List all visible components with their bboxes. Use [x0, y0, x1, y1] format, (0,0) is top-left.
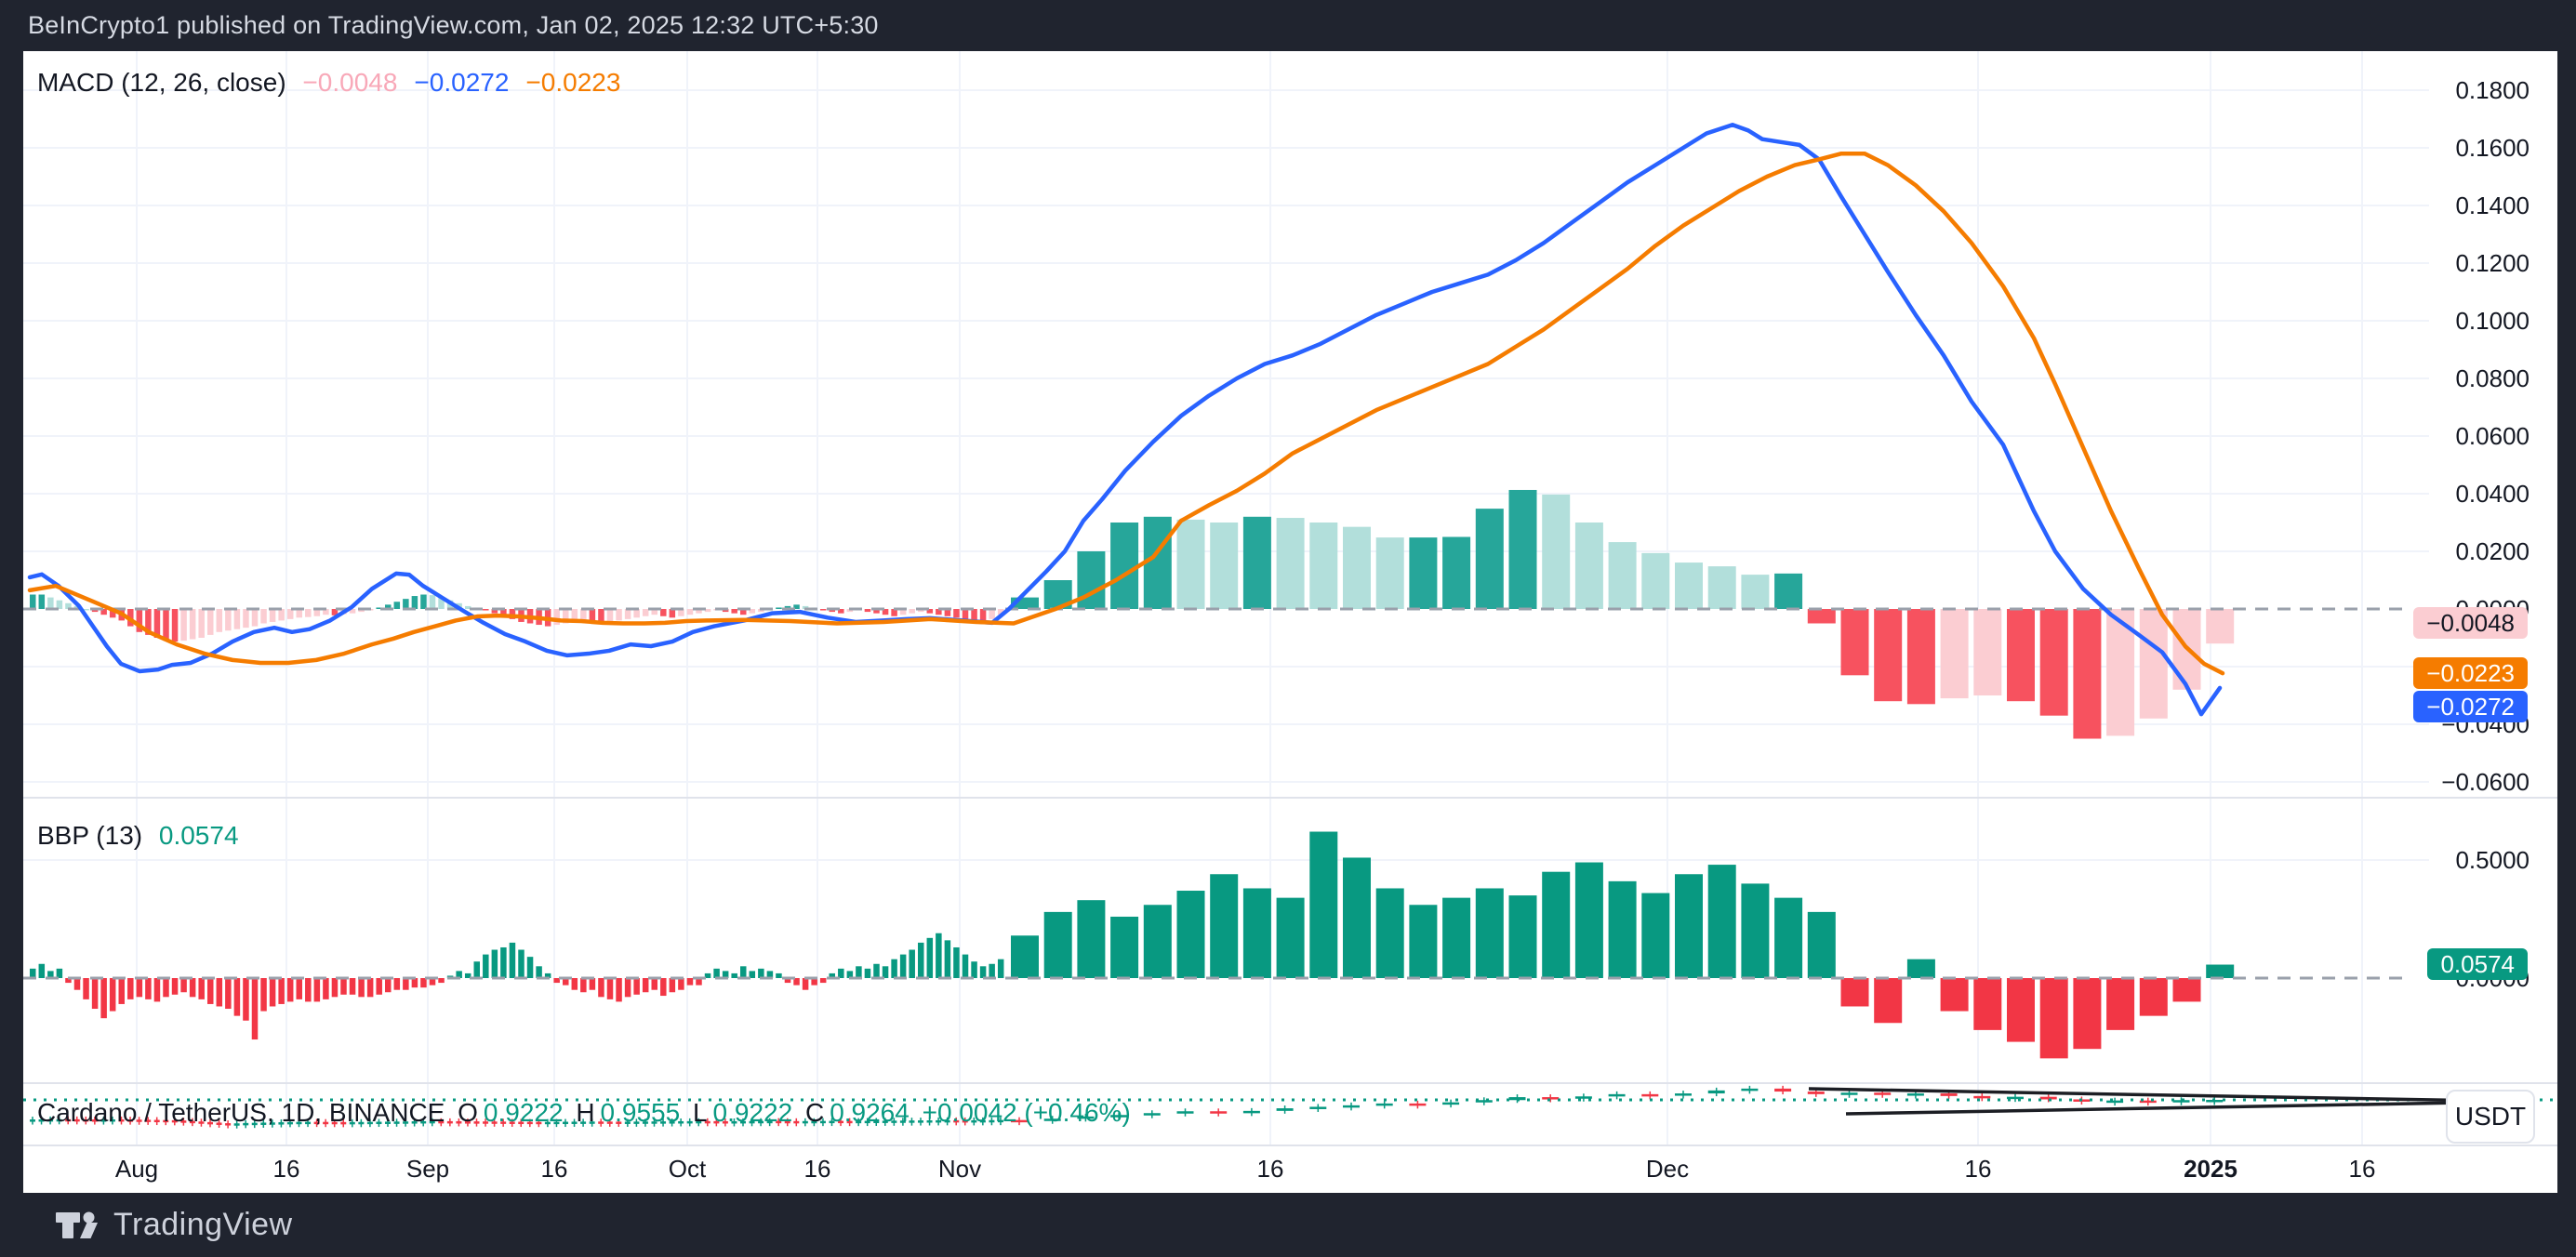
attribution-text: BeInCrypto1 published on TradingView.com…: [0, 11, 879, 40]
macd-histogram-badge: −0.0048: [2413, 607, 2528, 639]
symbol-legend-part: 0.9222: [713, 1098, 793, 1127]
symbol-legend-part: +0.0042 (+0.46%): [915, 1098, 1131, 1127]
scale-label: 0.0200: [2455, 537, 2530, 565]
bbp-legend: BBP (13) 0.0574: [37, 821, 272, 851]
symbol-legend-part: 0.9222: [484, 1098, 564, 1127]
macd-legend-value: −0.0223: [525, 68, 620, 97]
time-axis-tick[interactable]: Nov: [938, 1155, 981, 1184]
scale-label: 0.1600: [2455, 134, 2530, 162]
macd-legend: MACD (12, 26, close) −0.0048 −0.0272 −0.02…: [37, 68, 654, 98]
symbol-legend: Cardano / TetherUS, 1D, BINANCE O0.9222 …: [37, 1098, 1153, 1128]
tradingview-logo: TradingView: [56, 1206, 293, 1245]
symbol-legend-segments: Cardano / TetherUS, 1D, BINANCE O0.9222 …: [37, 1098, 1136, 1127]
bottom-brand-bar: TradingView: [0, 1193, 2576, 1257]
scale-label: 0.1200: [2455, 249, 2530, 277]
time-axis-tick[interactable]: 16: [541, 1155, 568, 1184]
scale-label: 0.1400: [2455, 192, 2530, 219]
scale-label: 0.1800: [2455, 76, 2530, 104]
macd-legend-value: −0.0272: [414, 68, 509, 97]
symbol-legend-part: H: [569, 1098, 595, 1127]
macd-signal-badge: −0.0223: [2413, 657, 2528, 689]
time-axis-tick[interactable]: 2025: [2184, 1155, 2237, 1184]
bbp-badge: 0.0574: [2427, 948, 2528, 980]
symbol-legend-part: C: [798, 1098, 824, 1127]
symbol-legend-part: O: [450, 1098, 478, 1127]
symbol-legend-part: Cardano / TetherUS, 1D, BINANCE: [37, 1098, 445, 1127]
tradingview-logo-text: TradingView: [113, 1207, 293, 1243]
symbol-legend-part: 0.9555: [601, 1098, 681, 1127]
scale-label: 0.0800: [2455, 364, 2530, 392]
time-axis-tick[interactable]: Sep: [406, 1155, 449, 1184]
time-axis-tick[interactable]: 16: [1965, 1155, 1992, 1184]
time-axis-tick[interactable]: 16: [1257, 1155, 1284, 1184]
time-axis-tick[interactable]: Oct: [669, 1155, 706, 1184]
tradingview-logo-icon: [56, 1206, 99, 1245]
bbp-legend-number: 0.0574: [159, 821, 239, 850]
time-axis-tick[interactable]: 16: [2349, 1155, 2376, 1184]
scale-label: 0.0600: [2455, 422, 2530, 450]
time-axis-tick[interactable]: Dec: [1646, 1155, 1689, 1184]
macd-legend-title: MACD (12, 26, close): [37, 68, 286, 97]
macd-line-badge: −0.0272: [2413, 691, 2528, 722]
time-axis-tick[interactable]: 16: [273, 1155, 300, 1184]
bbp-legend-title: BBP (13): [37, 821, 142, 850]
usdt-currency-button[interactable]: USDT: [2446, 1090, 2535, 1144]
symbol-legend-part: L: [685, 1098, 707, 1127]
time-axis-tick[interactable]: Aug: [115, 1155, 158, 1184]
scale-label: 0.0400: [2455, 480, 2530, 508]
scale-label: −0.0600: [2441, 768, 2530, 796]
time-axis-tick[interactable]: 16: [804, 1155, 831, 1184]
macd-legend-values: −0.0048 −0.0272 −0.0223: [302, 68, 637, 97]
scale-label: 0.1000: [2455, 307, 2530, 335]
bbp-legend-value: 0.0574: [159, 821, 256, 850]
top-attribution-bar: BeInCrypto1 published on TradingView.com…: [0, 0, 2576, 51]
chart-canvas[interactable]: [23, 51, 2557, 1193]
symbol-legend-part: 0.9264: [830, 1098, 910, 1127]
chart-area[interactable]: MACD (12, 26, close) −0.0048−0.0272−0.02…: [23, 51, 2557, 1193]
scale-label: 0.5000: [2455, 846, 2530, 874]
macd-legend-value: −0.0048: [302, 68, 397, 97]
